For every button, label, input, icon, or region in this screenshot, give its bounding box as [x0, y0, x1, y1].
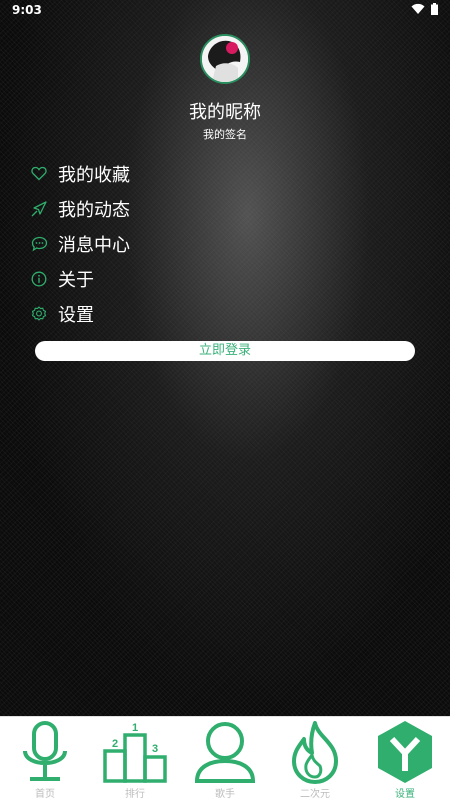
nav-label: 设置 [395, 789, 415, 800]
status-bar: 9:03 [0, 0, 450, 22]
nickname[interactable]: 我的昵称 [0, 98, 450, 124]
wifi-icon [411, 3, 425, 15]
plane-icon [30, 200, 48, 218]
nav-item-singer[interactable]: 歌手 [180, 717, 270, 800]
login-button[interactable]: 立即登录 [35, 341, 415, 361]
menu-item-label: 关于 [58, 269, 94, 291]
gear-icon [30, 305, 48, 323]
microphone-icon [23, 721, 67, 781]
nav-item-anime[interactable]: 二次元 [270, 717, 360, 800]
menu-item-label: 我的动态 [58, 199, 130, 221]
settings-hex-icon [378, 721, 432, 783]
nav-label: 歌手 [215, 789, 235, 800]
menu-item-favorites[interactable]: 我的收藏 [30, 156, 130, 191]
menu-item-moments[interactable]: 我的动态 [30, 191, 130, 226]
menu-item-messages[interactable]: 消息中心 [30, 226, 130, 261]
menu-item-label: 消息中心 [58, 234, 130, 256]
avatar[interactable] [200, 34, 250, 84]
svg-text:3: 3 [152, 743, 158, 755]
status-icons [411, 3, 438, 15]
podium-icon: 1 2 3 [103, 722, 167, 783]
menu-item-label: 我的收藏 [58, 164, 130, 186]
signature: 我的签名 [203, 128, 247, 141]
nav-item-home[interactable]: 首页 [0, 717, 90, 800]
singer-icon [194, 722, 256, 783]
bottom-nav: 首页 1 2 3 排行 歌手 二次元 设置 [0, 716, 450, 800]
avatar-image [202, 36, 248, 82]
flame-icon [292, 721, 338, 784]
svg-text:1: 1 [132, 722, 138, 734]
svg-text:2: 2 [112, 738, 118, 750]
nav-label: 二次元 [300, 789, 330, 800]
status-time: 9:03 [12, 3, 42, 17]
nav-label: 排行 [125, 789, 145, 800]
menu-item-about[interactable]: 关于 [30, 261, 130, 296]
nav-item-settings[interactable]: 设置 [360, 717, 450, 800]
info-icon [30, 270, 48, 288]
menu-item-label: 设置 [58, 304, 94, 326]
heart-icon [30, 165, 48, 183]
nav-item-ranking[interactable]: 1 2 3 排行 [90, 717, 180, 800]
menu: 我的收藏 我的动态 消息中心 关于 设置 [30, 156, 130, 331]
battery-icon [431, 3, 438, 15]
menu-item-settings[interactable]: 设置 [30, 296, 130, 331]
chat-icon [30, 235, 48, 253]
nav-label: 首页 [35, 789, 55, 800]
